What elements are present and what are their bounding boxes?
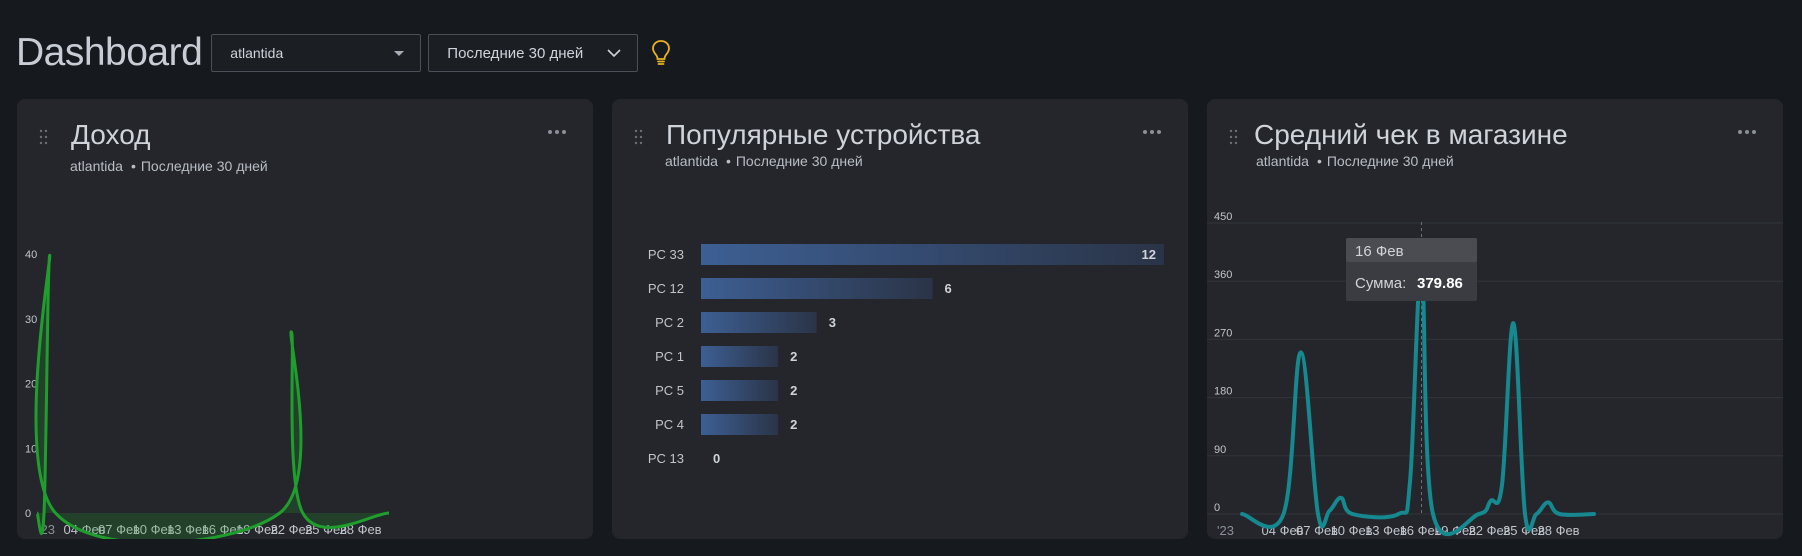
y-tick-label: 360 [1214,269,1232,281]
series-line [1240,266,1596,537]
caret-down-icon [394,50,405,56]
period-select[interactable]: Последние 30 дней [428,34,639,72]
bar-category-label: PC 1 [655,349,684,364]
bar-value-label: 3 [829,315,836,330]
bar-category-label: PC 13 [648,451,684,466]
y-tick-label: 270 [1214,327,1232,339]
y-tick-label: 90 [1214,444,1226,456]
series-area [36,255,389,539]
x-tick-label: 28 Фев [1538,523,1580,538]
y-tick-label: 180 [1214,386,1232,398]
devices-bar-chart: PC 33 12PC 12 6PC 2 3PC 1 2PC 5 2PC 4 2PC 13 0 [648,244,1164,466]
bar-value-label: 12 [1142,247,1156,262]
bar-category-label: PC 2 [655,315,684,330]
bar-value-label: 0 [713,451,720,466]
revenue-chart: 010203040'23 04 Фев07 Фев10 Фев13 Фев16 Ф… [25,249,390,539]
x-tick-label: '23 [1217,523,1234,538]
bar-category-label: PC 5 [655,383,684,398]
popular-devices-card: Популярные устройства atlantida • Последни… [612,99,1188,539]
bar [701,414,779,435]
page-title: Dashboard [16,31,203,74]
lightbulb-icon[interactable] [651,39,671,67]
tooltip-label: Сумма: [1355,275,1406,292]
bar [701,244,1164,265]
avg-check-card: Средний чек в магазине atlantida • Последн… [1207,99,1783,539]
series-line [34,253,390,539]
y-tick-label: 0 [1214,502,1220,514]
y-tick-label: 40 [25,249,37,261]
period-select-value: Последние 30 дней [447,44,584,62]
revenue-card: Доход atlantida • Последние 30 дней 0 10 20 3… [17,99,593,539]
y-tick-label: 0 [25,508,31,520]
bar-category-label: PC 33 [648,247,684,262]
bar-value-label: 2 [790,349,797,364]
bar-value-label: 2 [790,417,797,432]
bar-category-label: PC 4 [655,417,684,432]
tooltip-value: 379.86 [1417,275,1463,292]
bar-category-label: PC 12 [648,281,684,296]
y-tick-label: 30 [25,314,37,326]
chevron-down-icon [607,48,621,57]
y-tick-label: 450 [1214,211,1232,223]
bar-value-label: 2 [790,383,797,398]
avg-check-line-chart: 090180270360450'23 04 Фев07 Фев10 Фев13 Ф… [1207,211,1783,538]
bar-value-label: 6 [945,281,952,296]
tooltip-date: 16 Фев [1355,243,1404,260]
dashboard-header: Dashboard atlantida Последние 30 дней [16,31,671,74]
bar [701,346,779,367]
bar [701,380,779,401]
store-select[interactable]: atlantida [211,34,422,72]
bar [701,312,817,333]
store-select-value: atlantida [230,45,284,61]
bar [701,278,933,299]
